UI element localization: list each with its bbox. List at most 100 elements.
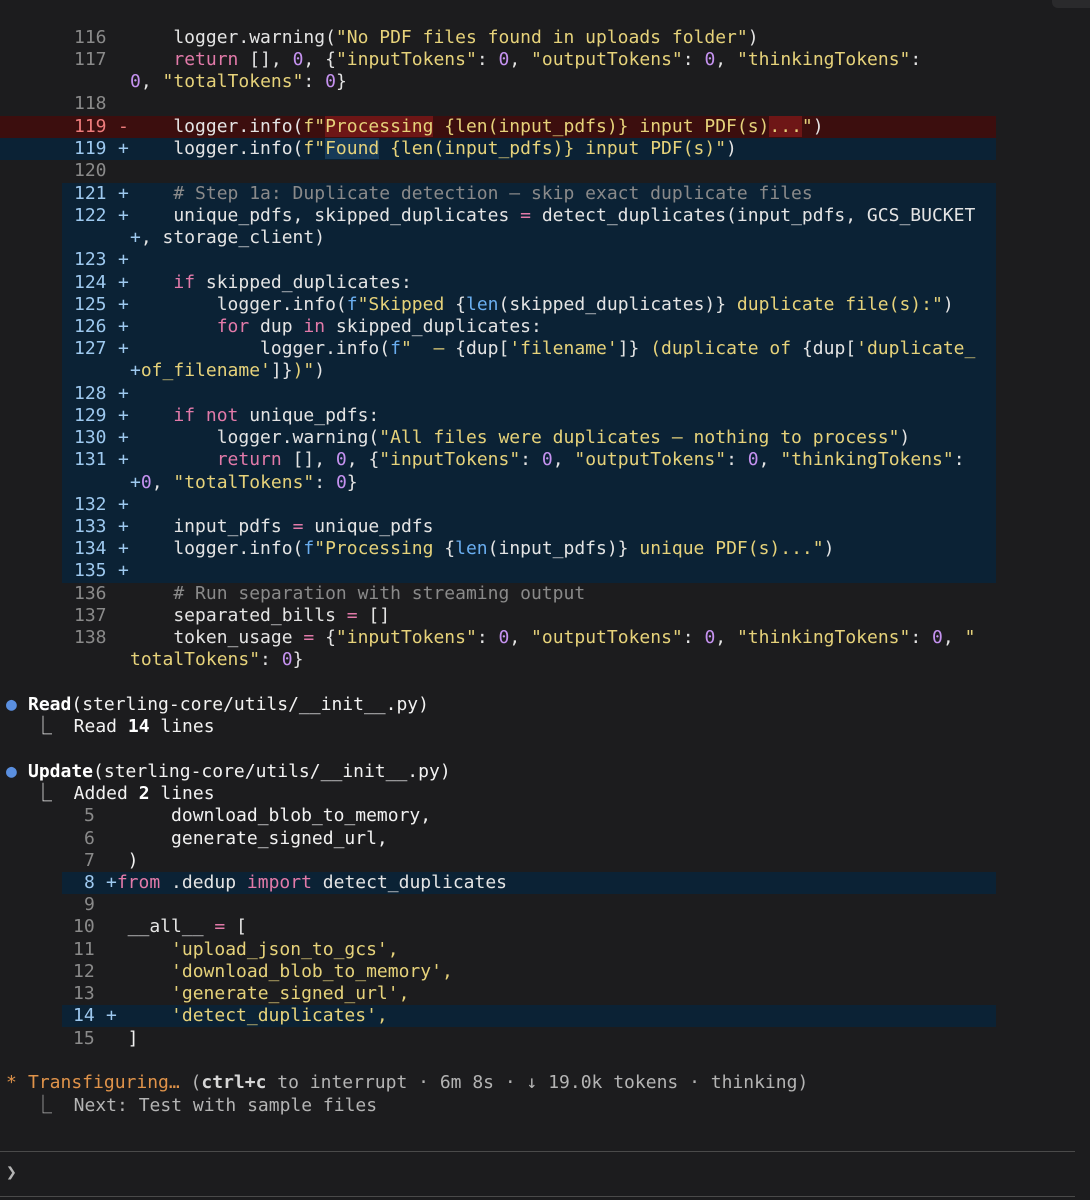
diff-line-127: 127 + logger.info(f" – {dup['filename']} …	[0, 338, 1090, 360]
removed-marker: -	[118, 116, 129, 137]
code-text: 0, "totalTokens": 0}	[130, 71, 347, 92]
line-number: 9	[84, 894, 95, 915]
status-dot-icon: ●	[6, 761, 17, 782]
status-details: to interrupt · 6m 8s · ↓ 19.0k tokens · …	[266, 1072, 809, 1093]
code-text: return [], 0, {"inputTokens": 0, "output…	[216, 449, 965, 470]
line-number: 15	[73, 1028, 95, 1049]
code-text: if not unique_pdfs:	[173, 405, 380, 426]
diff2-line-7: 7 )	[0, 850, 1090, 872]
line-number: 11	[73, 939, 95, 960]
status-dot-icon: ●	[6, 694, 17, 715]
result-text: ⎿ Read	[34, 716, 128, 737]
spinner-icon: *	[6, 1072, 17, 1093]
line-number: 7	[84, 850, 95, 871]
interrupt-key: ctrl+c	[201, 1072, 267, 1093]
code-text: token_usage = {"inputTokens": 0, "output…	[130, 627, 976, 648]
code-text: +from .dedup import detect_duplicates	[106, 872, 508, 893]
code-string: 'upload_json_to_gcs',	[106, 939, 399, 960]
diff-line-121: 121 + # Step 1a: Duplicate detection – sk…	[0, 183, 1090, 205]
window-corner	[1052, 0, 1090, 8]
line-number: 6	[84, 828, 95, 849]
line-number: 117	[74, 49, 107, 70]
added-marker: +	[118, 294, 129, 315]
code-text: generate_signed_url,	[106, 828, 388, 849]
next-task: ⎿ Next: Test with sample files	[0, 1095, 1090, 1117]
code-text: logger.info(f"Found {len(input_pdfs)} in…	[130, 138, 737, 159]
added-marker: +	[118, 449, 129, 470]
line-number: 119	[74, 116, 107, 137]
line-number: 127	[74, 338, 107, 359]
code-text: )	[106, 850, 139, 871]
line-number: 119	[74, 138, 107, 159]
diff2-line-8-added: 8 +from .dedup import detect_duplicates	[62, 872, 996, 895]
diff2-line-6: 6 generate_signed_url,	[0, 828, 1090, 850]
line-number: 10	[73, 916, 95, 937]
added-marker: +	[118, 405, 129, 426]
added-marker: +	[118, 494, 129, 515]
diff-line-125: 125 + logger.info(f"Skipped {len(skipped_…	[0, 294, 1090, 316]
tool-name: Read	[28, 694, 72, 715]
diff-line-138: 138 token_usage = {"inputTokens": 0, "ou…	[0, 627, 1090, 649]
code-text: +0, "totalTokens": 0}	[130, 472, 358, 493]
line-number: 5	[84, 805, 95, 826]
code-string: 'generate_signed_url',	[106, 983, 410, 1004]
line-count: 14	[127, 716, 150, 737]
code-text: if skipped_duplicates:	[173, 272, 412, 293]
code-text: logger.info(f"Skipped {len(skipped_dupli…	[130, 294, 954, 315]
line-number: 121	[74, 183, 107, 204]
prompt-input[interactable]: ❯	[0, 1162, 1075, 1184]
added-marker: +	[118, 560, 129, 581]
added-marker: +	[118, 338, 129, 359]
diff-line-138-wrap: totalTokens": 0}	[0, 649, 1090, 671]
added-marker: +	[118, 316, 129, 337]
added-marker: +	[118, 205, 129, 226]
diff-line-124: 124 + if skipped_duplicates:	[0, 272, 1090, 294]
diff2-line-14-added: 14 + 'detect_duplicates',	[62, 1005, 996, 1028]
diff2-line-13: 13 'generate_signed_url',	[0, 983, 1090, 1005]
diff2-line-11: 11 'upload_json_to_gcs',	[0, 939, 1090, 961]
prompt-divider-bottom	[0, 1196, 1075, 1197]
diff-line-117: 117 return [], 0, {"inputTokens": 0, "ou…	[0, 49, 1090, 71]
line-number: 124	[74, 272, 107, 293]
code-text: for dup in skipped_duplicates:	[216, 316, 542, 337]
diff-line-136: 136 # Run separation with streaming outp…	[0, 583, 1090, 605]
diff2-line-10: 10 __all__ = [	[0, 916, 1090, 938]
result-text: ⎿ Added	[34, 783, 139, 804]
code-comment: # Step 1a: Duplicate detection – skip ex…	[130, 183, 813, 204]
update-result: ⎿ Added 2 lines	[0, 783, 1090, 805]
line-number: 131	[74, 449, 107, 470]
line-number: 123	[74, 249, 107, 270]
read-step: ● Read(sterling-core/utils/__init__.py)	[0, 694, 1090, 716]
line-number: 138	[74, 627, 107, 648]
code-text: logger.info(f"Processing {len(input_pdfs…	[130, 538, 835, 559]
result-suffix: lines	[149, 783, 215, 804]
diff-line-131: 131 + return [], 0, {"inputTokens": 0, "o…	[0, 449, 1090, 471]
diff-line-122: 122 + unique_pdfs, skipped_duplicates = d…	[0, 205, 1090, 227]
code-text: logger.warning("All files were duplicate…	[130, 427, 911, 448]
diff-line-116: 116 logger.warning("No PDF files found i…	[0, 27, 1090, 49]
diff-line-120: 120	[0, 160, 1090, 182]
line-number: 13	[73, 983, 95, 1004]
line-number: 126	[74, 316, 107, 337]
update-step: ● Update(sterling-core/utils/__init__.py)	[0, 761, 1090, 783]
code-text: separated_bills = []	[130, 605, 391, 626]
code-text: logger.info(f" – {dup['filename']} (dupl…	[130, 338, 976, 359]
added-marker: +	[118, 183, 129, 204]
code-text: ]	[106, 1028, 139, 1049]
diff-line-132: 132 +	[0, 494, 1090, 516]
added-marker: +	[118, 272, 129, 293]
diff2-line-5: 5 download_blob_to_memory,	[0, 805, 1090, 827]
code-text: logger.info(f"Processing {len(input_pdfs…	[130, 116, 824, 137]
line-number: 118	[74, 93, 107, 114]
diff-line-130: 130 + logger.warning("All files were dupl…	[0, 427, 1090, 449]
code-text: download_blob_to_memory,	[106, 805, 432, 826]
code-text: unique_pdfs, skipped_duplicates = detect…	[130, 205, 976, 226]
added-marker: +	[118, 538, 129, 559]
line-number: 125	[74, 294, 107, 315]
status-line: * Transfiguring… (ctrl+c to interrupt · 6…	[0, 1072, 1090, 1094]
line-number: 129	[74, 405, 107, 426]
diff-line-133: 133 + input_pdfs = unique_pdfs	[0, 516, 1090, 538]
diff-line-123: 123 +	[0, 249, 1090, 271]
line-number: 130	[74, 427, 107, 448]
added-marker: +	[118, 427, 129, 448]
